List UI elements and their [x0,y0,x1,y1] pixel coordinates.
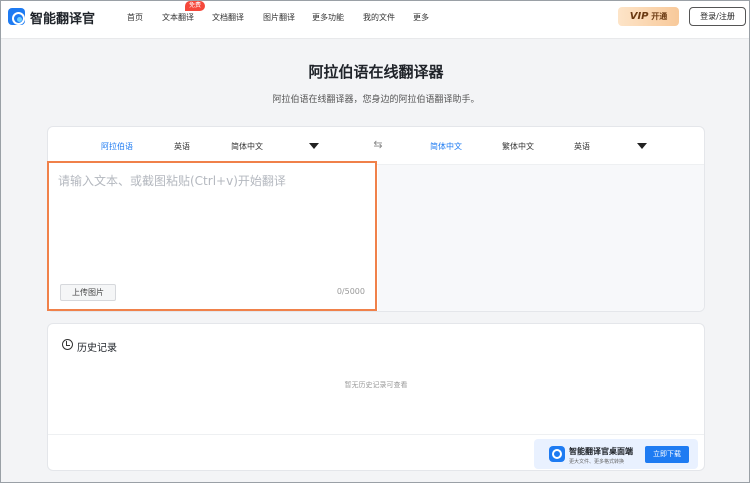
target-lang-english[interactable]: 英语 [574,141,590,152]
swap-languages-icon[interactable]: ⇆ [371,139,385,151]
target-lang-dropdown-icon[interactable] [637,143,647,149]
desktop-app-promo: 智能翻译官桌面端 更大文件、更多格式转换 立即下载 [534,439,698,469]
source-lang-arabic[interactable]: 阿拉伯语 [101,141,133,152]
nav-item-my-files[interactable]: 我的文件 [363,12,395,23]
source-lang-simplified-chinese[interactable]: 简体中文 [231,141,263,152]
brand-name[interactable]: 智能翻译官 [30,8,95,27]
nav-item-image-translate[interactable]: 图片翻译 [263,12,295,23]
app-promo-subtitle: 更大文件、更多格式转换 [569,459,625,465]
nav-item-doc-translate[interactable]: 文档翻译 [212,12,244,23]
target-lang-simplified-chinese[interactable]: 简体中文 [430,141,462,152]
free-badge: 免费 [185,1,206,11]
history-footer-divider [48,434,704,435]
nav-item-home[interactable]: 首页 [127,12,143,23]
nav-item-more-features[interactable]: 更多功能 [312,12,344,23]
nav-item-text-translate[interactable]: 文本翻译 [162,12,194,23]
history-title: 历史记录 [77,343,117,354]
source-lang-dropdown-icon[interactable] [309,143,319,149]
app-promo-title: 智能翻译官桌面端 [569,447,633,456]
source-text-input[interactable] [58,172,364,276]
desktop-app-icon [549,446,565,462]
char-count: 0/5000 [336,287,365,296]
upload-image-button[interactable]: 上传图片 [60,284,116,301]
page-title: 阿拉伯语在线翻译器 [308,63,444,81]
nav-item-more[interactable]: 更多 [413,12,429,23]
source-lang-english[interactable]: 英语 [174,141,190,152]
brand-logo-icon[interactable] [8,8,25,25]
history-clock-icon [62,339,73,350]
vip-label: VIP [629,11,649,22]
login-register-button[interactable]: 登录/注册 [689,7,746,26]
translation-output-pane [378,165,704,311]
history-empty-text: 暂无历史记录可查看 [344,381,408,389]
top-navigation: 智能翻译官 首页 文本翻译 免费 文档翻译 图片翻译 更多功能 我的文件 更多 … [1,1,749,39]
source-input-box: 上传图片 0/5000 [47,161,377,311]
target-lang-traditional-chinese[interactable]: 繁体中文 [502,141,534,152]
download-now-button[interactable]: 立即下载 [645,446,689,463]
vip-action-label: 开通 [651,12,668,21]
vip-button[interactable]: VIP 开通 [618,7,679,26]
page-subtitle: 阿拉伯语在线翻译器，您身边的阿拉伯语翻译助手。 [272,95,480,105]
